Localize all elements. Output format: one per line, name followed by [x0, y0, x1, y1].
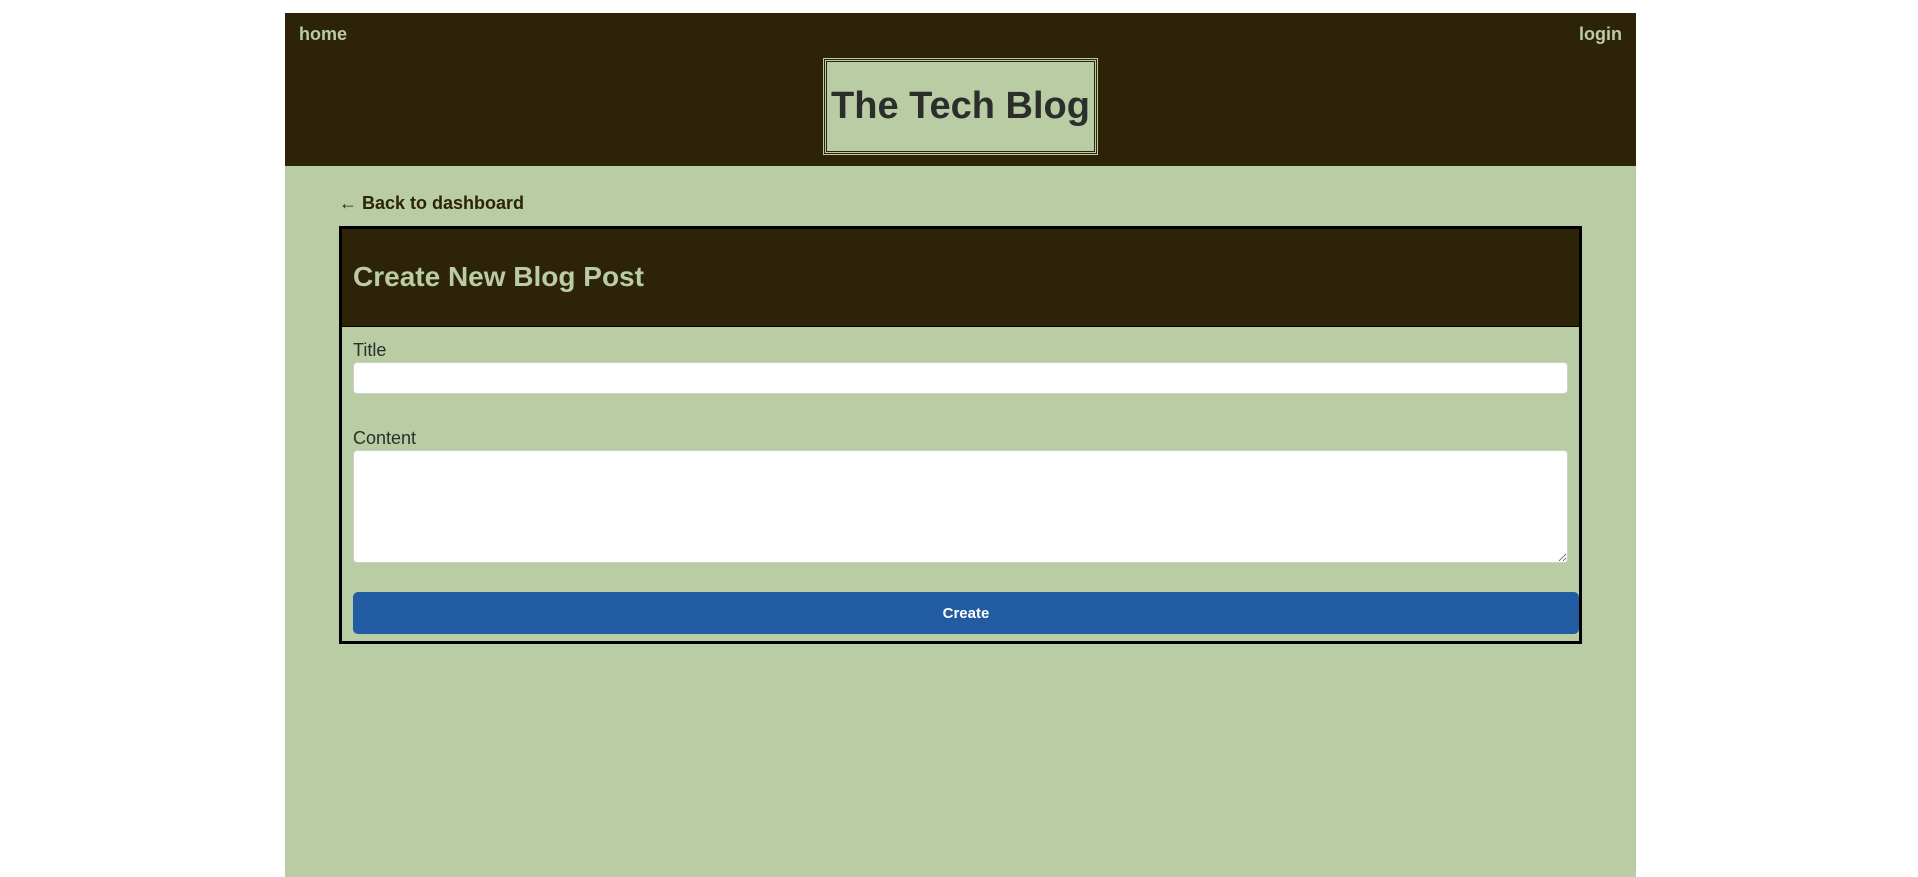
form-header: Create New Blog Post [342, 229, 1579, 327]
title-label: Title [353, 340, 387, 360]
new-post-form: Create New Blog Post Title Content Creat… [339, 226, 1582, 644]
page-container: home login The Tech Blog ← Back to dashb… [285, 13, 1636, 877]
content-label: Content [353, 428, 417, 448]
title-input[interactable] [353, 362, 1568, 394]
create-button[interactable]: Create [353, 592, 1579, 634]
form-heading: Create New Blog Post [353, 261, 644, 292]
nav-home-link[interactable]: home [299, 24, 347, 45]
site-header: home login The Tech Blog [285, 13, 1636, 166]
content-textarea[interactable] [353, 450, 1568, 563]
nav-login-link[interactable]: login [1579, 24, 1622, 45]
site-title: The Tech Blog [823, 58, 1098, 155]
back-to-dashboard-link[interactable]: ← Back to dashboard [339, 193, 524, 214]
